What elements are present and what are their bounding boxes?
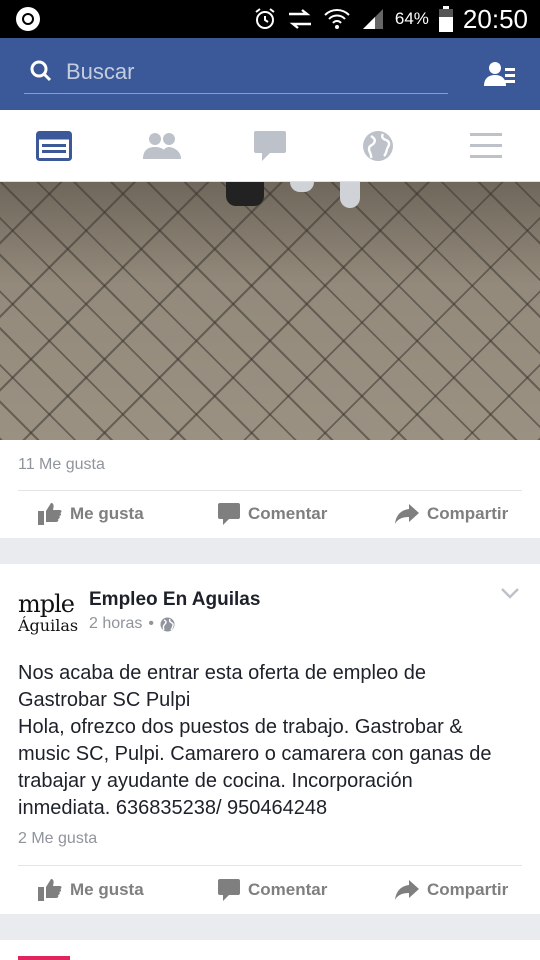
news-feed-icon	[36, 131, 72, 161]
post-card: 11 Me gusta Me gusta Comentar Compartir	[0, 440, 540, 538]
tab-friends[interactable]	[108, 110, 216, 182]
battery-icon	[438, 6, 453, 32]
wifi-icon	[324, 9, 350, 29]
tab-bar	[0, 110, 540, 182]
post-actions: Me gusta Comentar Compartir	[0, 492, 540, 536]
post-text-line: inmediata. 636835238/ 950464248	[18, 797, 328, 819]
avatar-text: Águilas	[18, 616, 78, 635]
search-bar[interactable]	[24, 54, 448, 94]
friends-icon	[143, 133, 181, 159]
data-transfer-icon	[288, 9, 311, 29]
tab-notifications[interactable]	[324, 110, 432, 182]
notification-icon	[16, 7, 40, 31]
post-text-line: Nos acaba de entrar esta oferta de emple…	[18, 662, 427, 684]
page-name[interactable]: Empleo En Aguilas	[89, 589, 260, 611]
comment-label: Comentar	[248, 880, 328, 899]
like-button[interactable]: Me gusta	[38, 492, 144, 536]
post-card: mple Águilas Empleo En Aguilas 2 horas •…	[0, 564, 540, 914]
shoe	[340, 182, 360, 208]
shoe	[226, 182, 264, 206]
divider	[18, 490, 522, 491]
share-label: Compartir	[427, 504, 509, 523]
menu-icon	[470, 133, 502, 158]
status-bar: 64% 20:50	[0, 0, 540, 38]
alarm-icon	[255, 8, 275, 29]
shoe	[290, 182, 314, 192]
like-label: Me gusta	[70, 504, 144, 523]
avatar-text: mple	[18, 590, 75, 618]
share-button[interactable]: Compartir	[395, 868, 508, 912]
like-button[interactable]: Me gusta	[38, 868, 144, 912]
battery-percentage: 64%	[394, 9, 429, 28]
post-text-line: Gastrobar SC Pulpi	[18, 689, 191, 711]
post-text-line: Hola, ofrezco dos puestos de trabajo. Ga…	[18, 716, 463, 738]
search-input[interactable]	[66, 56, 436, 88]
comment-button[interactable]: Comentar	[218, 868, 327, 912]
post-meta: 2 horas •	[89, 615, 175, 633]
comment-label: Comentar	[248, 504, 328, 523]
post-actions: Me gusta Comentar Compartir	[0, 868, 540, 912]
globe-icon	[363, 131, 393, 161]
thumbs-up-icon	[38, 503, 62, 525]
share-icon	[395, 504, 419, 524]
tab-news-feed[interactable]	[0, 110, 108, 182]
post-time[interactable]: 2 horas	[89, 615, 142, 633]
comment-icon	[218, 879, 240, 901]
meta-separator: •	[148, 615, 154, 632]
post-photo[interactable]	[0, 182, 540, 440]
post-text: Nos acaba de entrar esta oferta de emple…	[18, 660, 518, 822]
likes-count[interactable]: 11 Me gusta	[18, 456, 105, 474]
share-label: Compartir	[427, 880, 509, 899]
status-icons: 64% 20:50	[253, 0, 528, 38]
divider	[18, 865, 522, 866]
tab-menu[interactable]	[432, 110, 540, 182]
avatar[interactable]	[18, 956, 70, 960]
share-icon	[395, 880, 419, 900]
thumbs-up-icon	[38, 879, 62, 901]
tab-messages[interactable]	[216, 110, 324, 182]
post-text-line: trabajar y ayudante de cocina. Incorpora…	[18, 770, 413, 792]
messages-icon	[254, 131, 286, 161]
likes-count[interactable]: 2 Me gusta	[18, 830, 97, 848]
signal-icon	[362, 9, 383, 29]
comment-icon	[218, 503, 240, 525]
like-label: Me gusta	[70, 880, 144, 899]
avatar[interactable]: mple Águilas	[18, 590, 78, 638]
chevron-down-icon[interactable]	[500, 586, 520, 600]
public-globe-icon	[160, 617, 175, 631]
clock: 20:50	[462, 3, 528, 34]
app-header	[0, 38, 540, 110]
search-icon	[30, 60, 52, 82]
share-button[interactable]: Compartir	[395, 492, 508, 536]
comment-button[interactable]: Comentar	[218, 492, 327, 536]
post-card	[0, 940, 540, 960]
post-text-line: music SC, Pulpi. Camarero o camarera con…	[18, 743, 492, 765]
friend-requests-icon[interactable]	[484, 60, 516, 88]
